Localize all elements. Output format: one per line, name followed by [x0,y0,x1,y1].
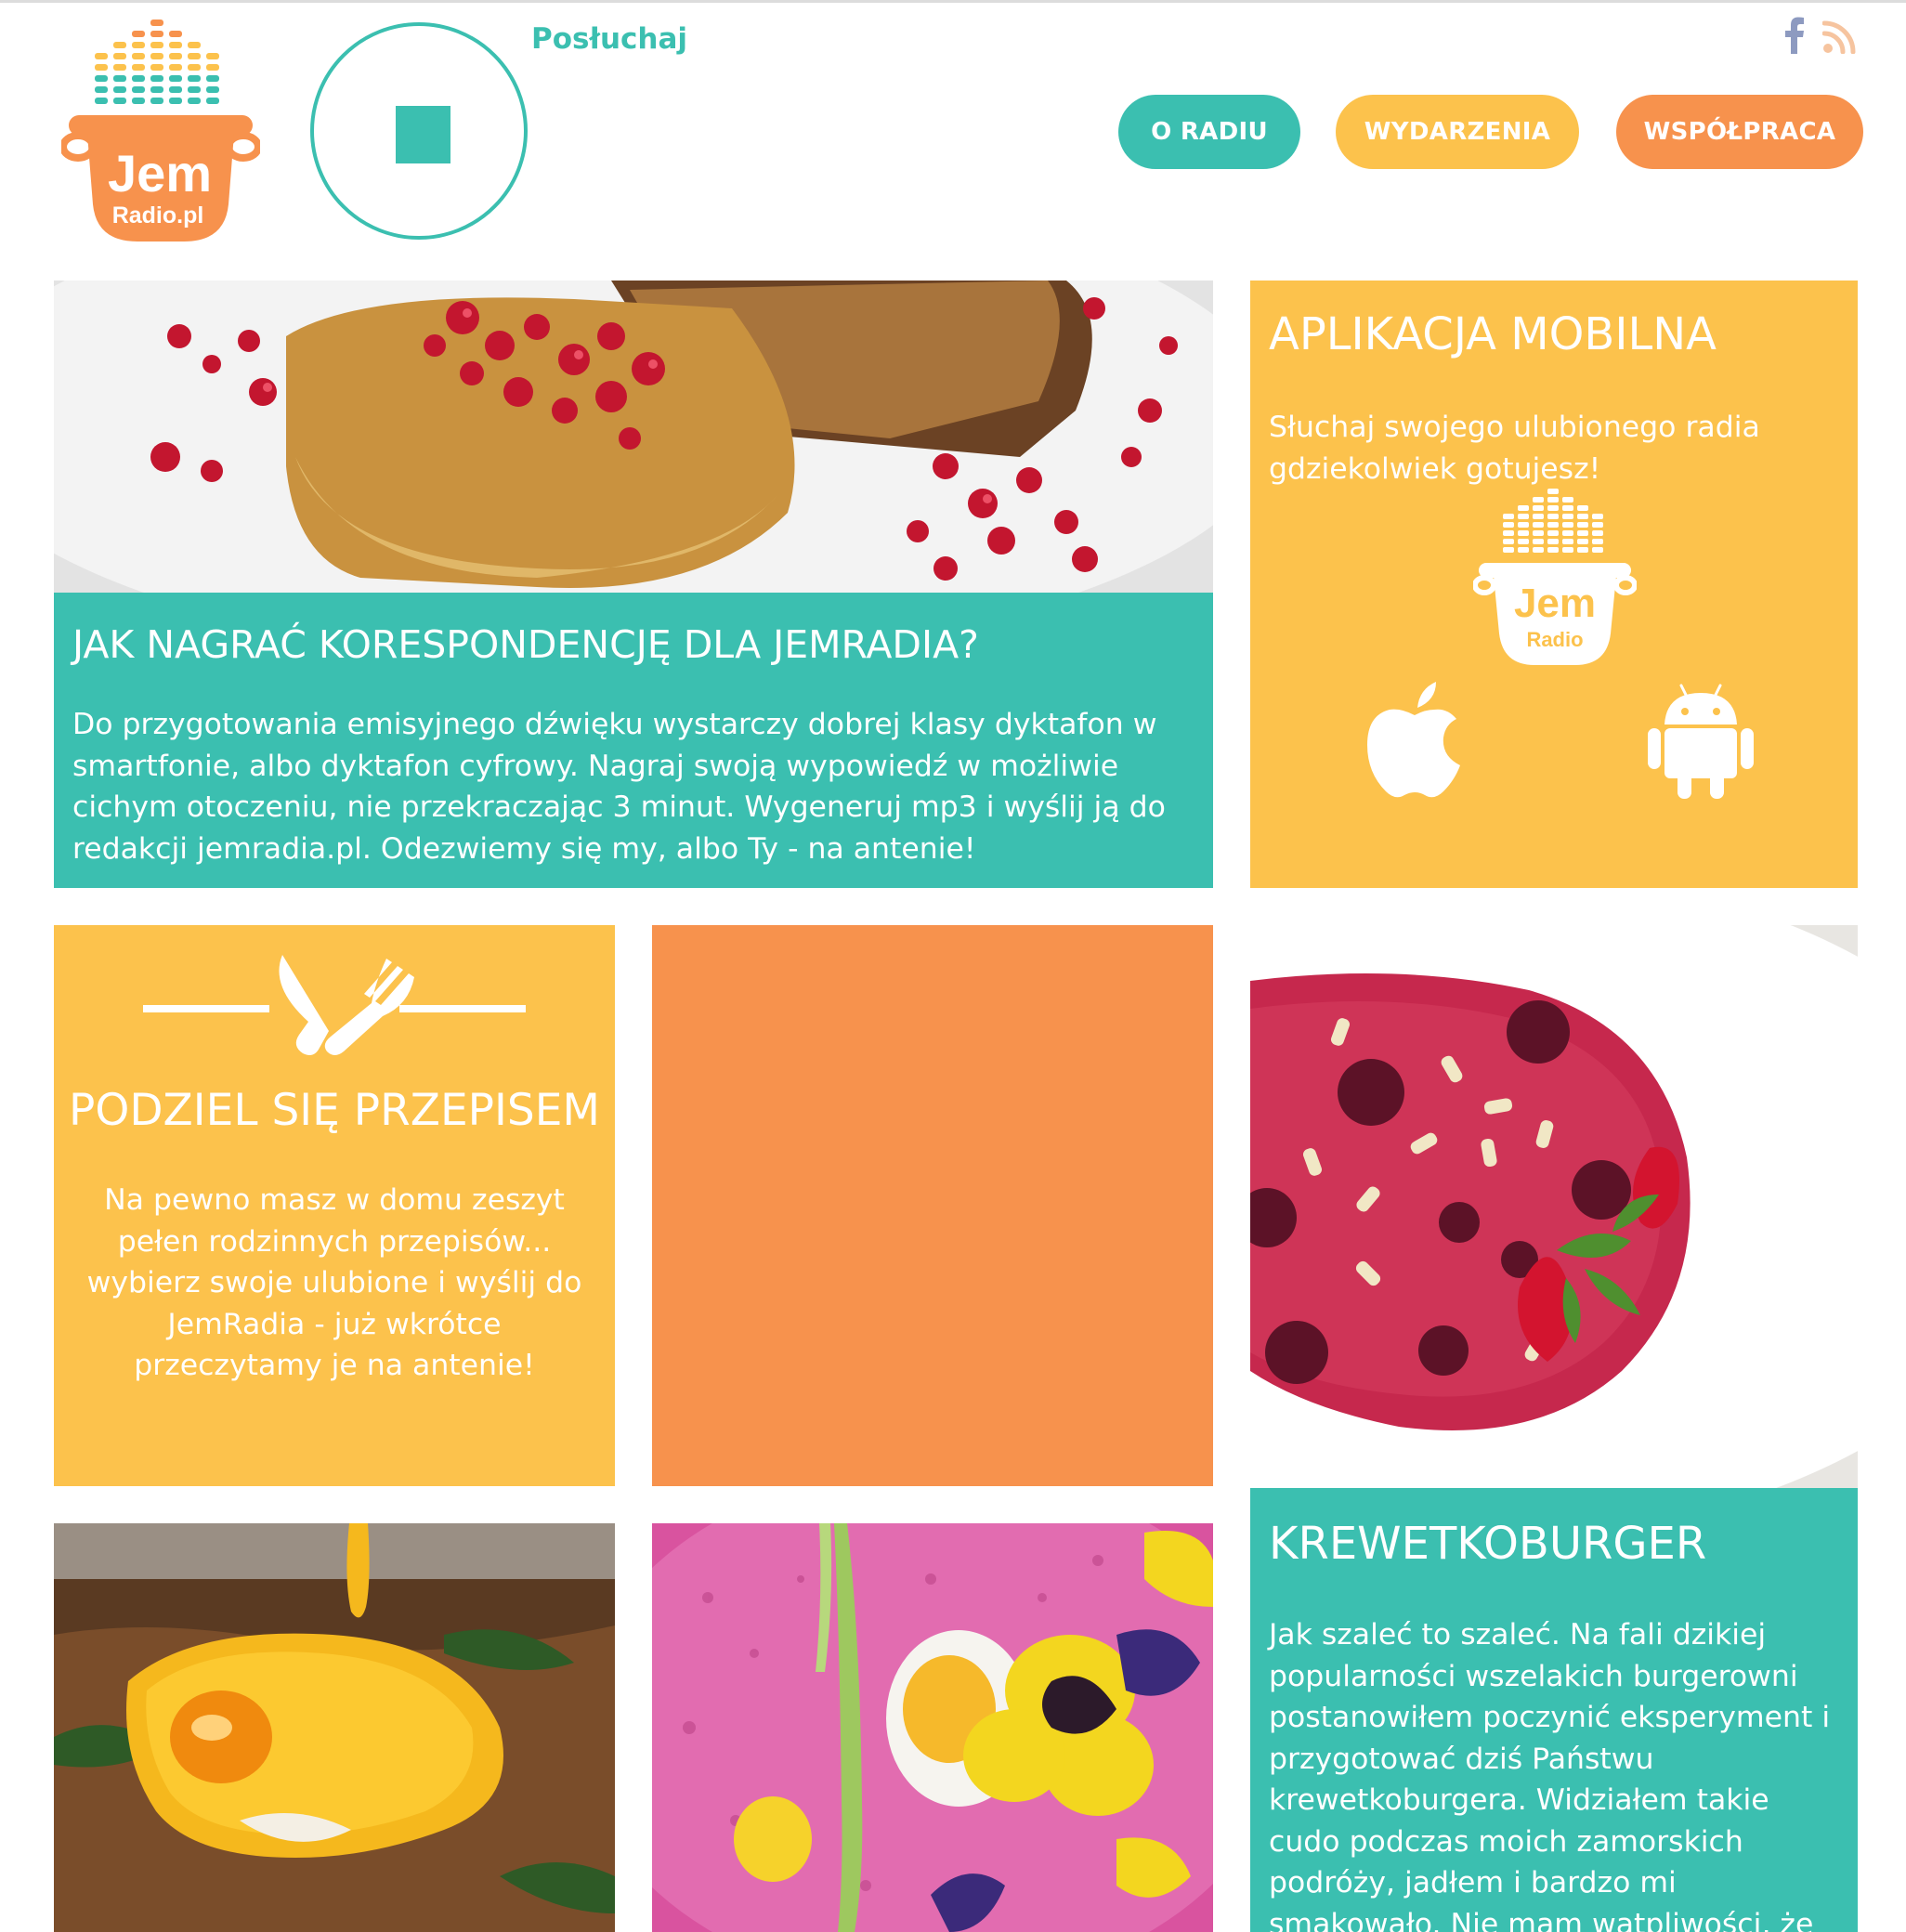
jemradio-app-logo: Jem Radio [1473,489,1637,669]
beet-soup-photo[interactable] [652,1523,1213,1932]
correspondence-body: Do przygotowania emisyjnego dźwięku wyst… [72,708,1166,866]
play-stop-button[interactable] [310,22,528,240]
facebook-icon[interactable] [1780,17,1808,54]
correspondence-title[interactable]: JAK NAGRAĆ KORESPONDENCJĘ DLA JEMRADIA? [72,619,1195,671]
stop-icon [396,106,450,163]
svg-text:Jem: Jem [108,144,212,202]
share-recipe-body: Na pewno masz w domu zeszyt pełen rodzin… [86,1183,582,1382]
jemradio-logo[interactable]: Jem Radio.pl [61,19,260,246]
svg-text:Radio: Radio [1526,628,1583,651]
mobile-app-body: Słuchaj swojego ulubionego radia gdzieko… [1269,411,1760,486]
cutlery-icon [143,949,526,1059]
correspondence-card[interactable]: JAK NAGRAĆ KORESPONDENCJĘ DLA JEMRADIA? … [54,593,1213,888]
listen-label[interactable]: Posłuchaj [531,22,687,56]
share-recipe-card[interactable]: PODZIEL SIĘ PRZEPISEM Na pewno masz w do… [54,925,615,1486]
equalizer-icon [95,20,219,104]
rss-icon[interactable] [1822,20,1856,54]
krewetkoburger-body: Jak szaleć to szaleć. Na fali dzikiej po… [1269,1618,1831,1932]
nav-wydarzenia-button[interactable]: WYDARZENIA [1336,95,1579,169]
orange-placeholder-tile [652,925,1213,1486]
berry-soup-photo[interactable] [1250,925,1858,1488]
mobile-app-card: APLIKACJA MOBILNA Słuchaj swojego ulubio… [1250,281,1858,888]
android-icon[interactable] [1648,682,1754,799]
nav-o-radiu-button[interactable]: O RADIU [1118,95,1300,169]
apple-icon[interactable] [1364,680,1466,799]
nav-wspolpraca-button[interactable]: WSPÓŁPRACA [1616,95,1863,169]
top-border [0,0,1906,3]
svg-text:Radio.pl: Radio.pl [112,202,204,228]
french-toast-photo[interactable] [54,281,1213,593]
krewetkoburger-title[interactable]: KREWETKOBURGER [1269,1514,1839,1573]
krewetkoburger-card[interactable]: KREWETKOBURGER Jak szaleć to szaleć. Na … [1250,1488,1858,1932]
share-recipe-title[interactable]: PODZIEL SIĘ PRZEPISEM [54,1083,615,1139]
svg-text:Jem: Jem [1514,581,1596,626]
poached-egg-photo[interactable] [54,1523,615,1932]
mobile-app-title: APLIKACJA MOBILNA [1269,308,1717,360]
